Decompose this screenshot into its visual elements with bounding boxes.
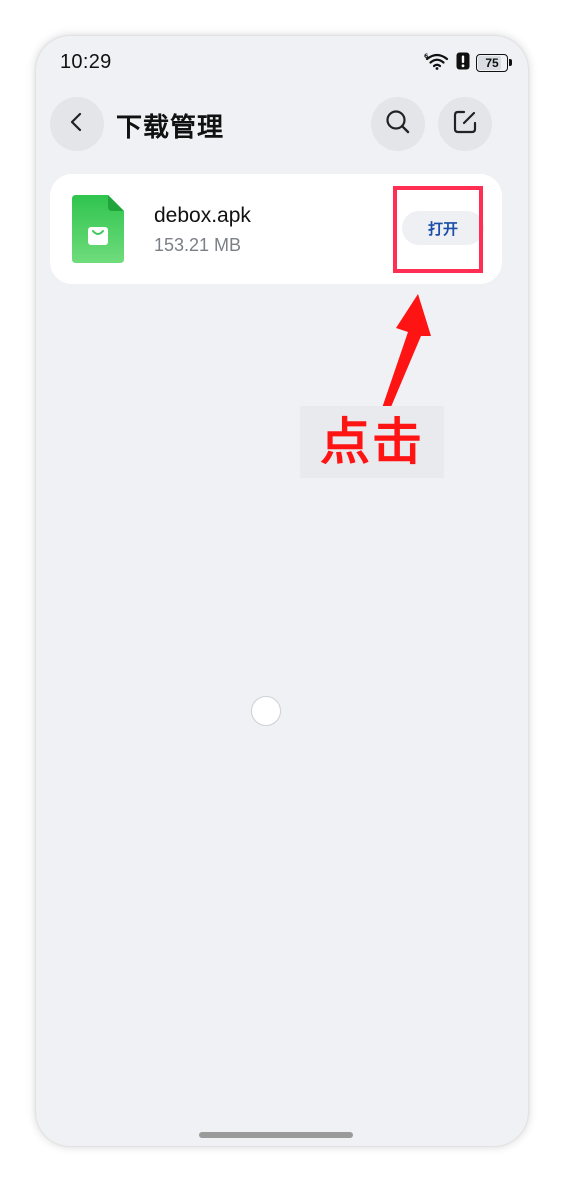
back-icon <box>65 110 89 139</box>
loading-spinner <box>251 696 281 726</box>
search-button[interactable] <box>371 97 425 151</box>
edit-button[interactable] <box>438 97 492 151</box>
file-name: debox.apk <box>154 204 251 227</box>
open-button[interactable]: 打开 <box>402 211 484 245</box>
battery-level: 75 <box>485 56 499 70</box>
battery-icon: 75 <box>476 54 512 72</box>
file-size: 153.21 MB <box>154 235 242 255</box>
search-icon <box>384 108 412 141</box>
page-title: 下载管理 <box>116 112 225 142</box>
back-button[interactable] <box>50 97 104 151</box>
phone-screen: 10:29 6 75 下载管理 debox.apk 153.21 MB 打开 点… <box>36 36 528 1146</box>
status-time: 10:29 <box>60 51 112 73</box>
status-icons: 6 75 <box>424 52 512 75</box>
edit-icon <box>451 108 479 141</box>
home-indicator[interactable] <box>199 1132 353 1138</box>
download-item-card[interactable]: debox.apk 153.21 MB 打开 <box>50 174 502 284</box>
wifi-6-icon: 6 <box>424 52 450 75</box>
apk-file-icon <box>72 195 124 263</box>
alert-icon <box>456 52 470 75</box>
svg-text:6: 6 <box>424 53 428 60</box>
annotation-label: 点击 <box>320 413 424 471</box>
